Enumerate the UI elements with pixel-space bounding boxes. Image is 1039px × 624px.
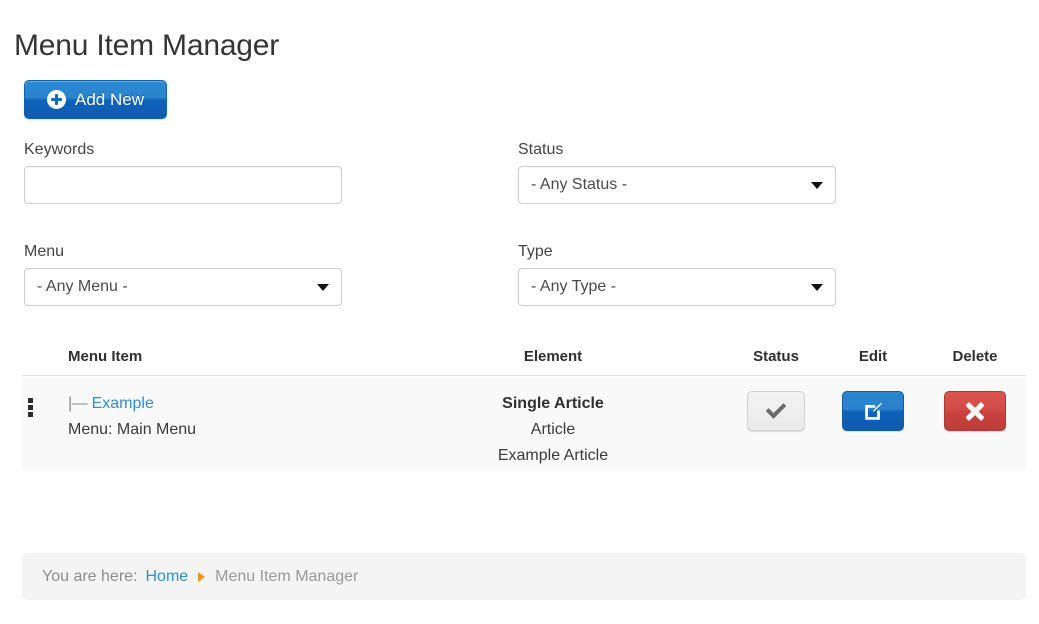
type-label: Type xyxy=(518,243,553,260)
status-select[interactable]: - Any Status - xyxy=(518,166,836,204)
delete-button[interactable] xyxy=(944,391,1006,431)
triangle-right-icon xyxy=(198,571,206,582)
filter-column-right: Status - Any Status - Type - Any Type - xyxy=(518,140,836,306)
search-input[interactable] xyxy=(24,166,342,204)
cell-menu-item: |— Example Menu: Main Menu xyxy=(68,391,448,443)
column-header-element[interactable]: Element xyxy=(462,342,644,372)
menu-label: Menu xyxy=(24,243,65,260)
menu-field-group: Menu - Any Menu - xyxy=(24,242,342,306)
cell-element: Single Article Article Example Article xyxy=(462,391,644,469)
chevron-down-icon xyxy=(811,284,823,291)
keywords-field-group: Keywords xyxy=(24,140,342,204)
table-header-row: Menu Item Element Status Edit Delete xyxy=(22,342,1026,376)
cell-edit xyxy=(835,391,911,431)
x-icon xyxy=(964,400,986,422)
menu-item-subtitle: Menu: Main Menu xyxy=(68,421,197,438)
chevron-down-icon xyxy=(317,284,329,291)
breadcrumb-current: Menu Item Manager xyxy=(215,567,359,585)
breadcrumb-home-link[interactable]: Home xyxy=(145,568,188,586)
status-toggle-button[interactable] xyxy=(747,391,805,431)
tree-prefix: |— xyxy=(68,395,88,412)
chevron-down-icon xyxy=(811,182,823,189)
breadcrumb-prefix: You are here: xyxy=(42,567,138,585)
grip-vertical-icon[interactable] xyxy=(28,398,33,417)
table-row: |— Example Menu: Main Menu Single Articl… xyxy=(22,376,1026,470)
menu-item-title-line: |— Example xyxy=(68,391,448,417)
status-label: Status xyxy=(518,141,564,158)
filter-column-left: Keywords Menu - Any Menu - xyxy=(24,140,342,306)
element-main: Single Article xyxy=(502,395,604,412)
column-header-delete[interactable]: Delete xyxy=(927,342,1023,372)
page-title: Menu Item Manager xyxy=(14,29,280,63)
menu-select-value: - Any Menu - xyxy=(37,278,128,295)
plus-circle-icon xyxy=(47,90,66,109)
add-new-button[interactable]: Add New xyxy=(24,80,167,119)
element-name: Example Article xyxy=(497,447,609,464)
cell-status xyxy=(727,391,825,431)
status-field-group: Status - Any Status - xyxy=(518,140,836,204)
status-select-value: - Any Status - xyxy=(531,176,628,193)
check-icon xyxy=(765,398,787,419)
keywords-label: Keywords xyxy=(24,141,95,158)
breadcrumb: You are here: Home Menu Item Manager xyxy=(22,553,1026,600)
cell-delete xyxy=(927,391,1023,431)
menu-select[interactable]: - Any Menu - xyxy=(24,268,342,306)
type-select-value: - Any Type - xyxy=(531,278,617,295)
column-header-menu-item[interactable]: Menu Item xyxy=(68,342,142,372)
element-type: Article xyxy=(530,421,576,438)
type-select[interactable]: - Any Type - xyxy=(518,268,836,306)
menu-item-link[interactable]: Example xyxy=(92,395,154,412)
add-new-button-label: Add New xyxy=(75,90,144,109)
menu-items-table: Menu Item Element Status Edit Delete |— … xyxy=(22,342,1026,470)
pencil-square-icon xyxy=(865,402,882,420)
edit-button[interactable] xyxy=(842,391,904,431)
column-header-edit[interactable]: Edit xyxy=(835,342,911,372)
type-field-group: Type - Any Type - xyxy=(518,242,836,306)
column-header-status[interactable]: Status xyxy=(727,342,825,372)
menu-item-manager-page: Menu Item Manager Add New Keywords Menu … xyxy=(0,0,1039,624)
